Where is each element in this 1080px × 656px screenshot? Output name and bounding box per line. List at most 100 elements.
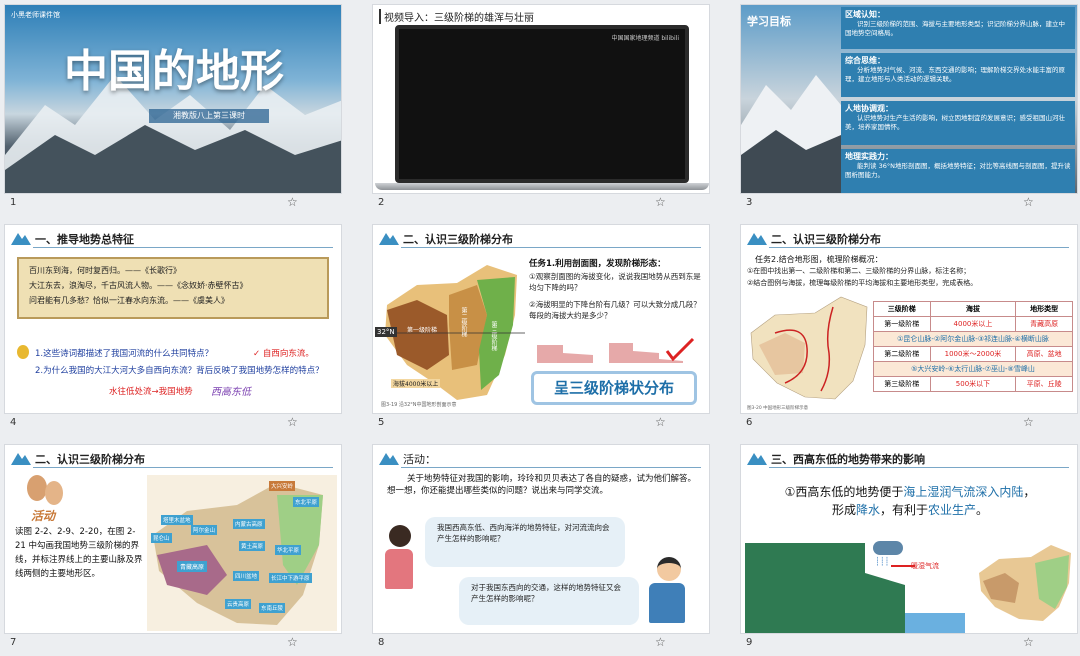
map-label: 第一级阶梯 bbox=[407, 327, 438, 334]
slide-header: 三、西高东低的地势带来的影响 bbox=[741, 445, 1077, 471]
wind-label: 暖湿气流 bbox=[911, 562, 939, 570]
star-icon[interactable]: ☆ bbox=[287, 635, 298, 649]
latitude-label: 32°N bbox=[375, 327, 397, 337]
slide-number: 3 bbox=[746, 197, 753, 208]
slide-1-canvas[interactable]: 小黑老师课件馆 中国的地形 湘教版八上第三课时 bbox=[4, 4, 342, 194]
task-title: 任务2.结合地形图，梳理阶梯概况： bbox=[755, 255, 883, 264]
question-1: 1.这些诗词都描述了我国河流的什么共同特点？ bbox=[35, 349, 214, 359]
mountain-image bbox=[741, 75, 841, 193]
slide-header: 二、认识三级阶梯分布 bbox=[741, 225, 1077, 251]
slide-title: 活动： bbox=[403, 453, 436, 466]
slide-thumb-4[interactable]: 一、推导地势总特征 百川东到海，何时复西归。——《长歌行》 大江东去，浪淘尽，千… bbox=[0, 220, 360, 436]
star-icon[interactable]: ☆ bbox=[287, 195, 298, 209]
map-caption: 图3-20 中国地形三级阶梯示意 bbox=[747, 406, 809, 411]
map-label: 海拔4000米以上 bbox=[391, 379, 441, 388]
slide-9-canvas[interactable]: 三、西高东低的地势带来的影响 ①西高东低的地势便于海上湿润气流深入内陆， 形成降… bbox=[740, 444, 1078, 634]
poem-scroll: 百川东到海，何时复西归。——《长歌行》 大江东去，浪淘尽，千古风流人物。——《念… bbox=[17, 257, 329, 319]
slide-thumb-8[interactable]: 活动： 关于地势特征对我国的影响，玲玲和贝贝表达了各自的疑惑，试为他们解答。想一… bbox=[368, 440, 728, 656]
answer-2-highlight: 西高东低 bbox=[211, 387, 251, 398]
slide-5-canvas[interactable]: 二、认识三级阶梯分布 32°N 第一级阶梯 第二级阶梯 第三级阶梯 海拔4000… bbox=[372, 224, 710, 414]
slide-number: 5 bbox=[378, 417, 385, 428]
goal-box: 区域认知： 识别三级阶梯的范围、海拔与主要地形类型；识记阶梯分界山脉，建立中国地… bbox=[841, 7, 1075, 49]
map-label: 第二级阶梯 bbox=[460, 307, 467, 337]
slide-title: 二、认识三级阶梯分布 bbox=[35, 453, 145, 466]
slide-title: 一、推导地势总特征 bbox=[35, 233, 134, 246]
slide-title: 二、认识三级阶梯分布 bbox=[771, 233, 881, 246]
answer-2: 水往低处流→我国地势 bbox=[109, 387, 193, 397]
map-caption: 图3-19 沿32°N中国地形剖面示意 bbox=[381, 402, 457, 408]
slide-number: 4 bbox=[10, 417, 17, 428]
slide-thumb-6[interactable]: 二、认识三级阶梯分布 任务2.结合地形图，梳理阶梯概况： ①在图中找出第一、二级… bbox=[736, 220, 1080, 436]
activity-label: 活动 bbox=[31, 509, 56, 523]
task-point-1: ①观察剖面图的海拔变化，说说我国地势从西到东是均匀下降的吗？ bbox=[529, 272, 701, 292]
cloud-icon bbox=[873, 541, 903, 555]
laptop-screen: 中国国家地理频道 bilibili bbox=[395, 25, 689, 183]
speech-bubble-1: 我国西高东低、西向海洋的地势特征，对河流流向会产生怎样的影响呢？ bbox=[425, 517, 625, 567]
slide-4-canvas[interactable]: 一、推导地势总特征 百川东到海，何时复西归。——《长歌行》 大江东去，浪淘尽，千… bbox=[4, 224, 342, 414]
balloon-icon bbox=[45, 481, 63, 505]
star-icon[interactable]: ☆ bbox=[1023, 635, 1034, 649]
conclusion-banner: 呈三级阶梯状分布 bbox=[531, 371, 697, 405]
slide-header: 一、推导地势总特征 bbox=[5, 225, 341, 251]
star-icon[interactable]: ☆ bbox=[1023, 415, 1034, 429]
activity-text: 读图 2-2、2-9、2-20，在图 2-21 中勾画我国地势三级阶梯的界线，并… bbox=[15, 527, 143, 579]
girl-illustration bbox=[385, 525, 415, 615]
mountain-icon bbox=[747, 233, 767, 245]
goal-box: 综合思维： 分析地势对气候、河流、东西交通的影响；理解阶梯交界处水能丰富的原理，… bbox=[841, 53, 1075, 97]
slide-6-canvas[interactable]: 二、认识三级阶梯分布 任务2.结合地形图，梳理阶梯概况： ①在图中找出第一、二级… bbox=[740, 224, 1078, 414]
china-map bbox=[979, 545, 1071, 621]
slide-7-canvas[interactable]: 二、认识三级阶梯分布 活动 读图 2-2、2-9、2-20，在图 2-21 中勾… bbox=[4, 444, 342, 634]
star-icon[interactable]: ☆ bbox=[655, 415, 666, 429]
mountain-icon bbox=[11, 233, 31, 245]
map-label: 第三级阶梯 bbox=[490, 321, 497, 351]
slide-header: 活动： bbox=[373, 445, 709, 471]
mountain-icon bbox=[747, 453, 767, 465]
task-point-2: ②海拔明显的下降台阶有几级？可以大致分成几段？每段的海拔大约是多少？ bbox=[529, 300, 701, 320]
slide-number: 1 bbox=[10, 197, 17, 208]
star-icon[interactable]: ☆ bbox=[655, 195, 666, 209]
slide-thumb-9[interactable]: 三、西高东低的地势带来的影响 ①西高东低的地势便于海上湿润气流深入内陆， 形成降… bbox=[736, 440, 1080, 656]
slide-title: 三、西高东低的地势带来的影响 bbox=[771, 453, 925, 466]
steps-table: 三级阶梯 海拔 地形类型 第一级阶梯 4000米以上 青藏高原 ①昆仑山脉-②阿… bbox=[873, 301, 1073, 392]
slide-3-canvas[interactable]: 学习目标 区域认知： 识别三级阶梯的范围、海拔与主要地形类型；识记阶梯分界山脉，… bbox=[740, 4, 1078, 194]
star-icon[interactable]: ☆ bbox=[1023, 195, 1034, 209]
question-2: 2.为什么我国的大江大河大多自西向东流？背后反映了我国地势怎样的特点？ bbox=[35, 366, 324, 376]
bulb-icon bbox=[17, 345, 29, 359]
boy-illustration bbox=[649, 557, 689, 631]
slide-thumb-5[interactable]: 二、认识三级阶梯分布 32°N 第一级阶梯 第二级阶梯 第三级阶梯 海拔4000… bbox=[368, 220, 728, 436]
task-title: 任务1.利用剖面图，发现阶梯形态： bbox=[529, 259, 666, 269]
brand-label: 小黑老师课件馆 bbox=[11, 11, 60, 19]
video-brand: 中国国家地理频道 bilibili bbox=[611, 35, 679, 42]
slide-subtitle: 湘教版八上第三课时 bbox=[149, 109, 269, 123]
line-2: 形成降水，有利于农业生产。 bbox=[831, 503, 989, 517]
mountain-icon bbox=[11, 453, 31, 465]
goal-box: 人地协调观： 认识地势对生产生活的影响，树立因地制宜的发展意识；感受祖国山河壮美… bbox=[841, 101, 1075, 145]
slide-thumb-7[interactable]: 二、认识三级阶梯分布 活动 读图 2-2、2-9、2-20，在图 2-21 中勾… bbox=[0, 440, 360, 656]
star-icon[interactable]: ☆ bbox=[655, 635, 666, 649]
slide-title: 二、认识三级阶梯分布 bbox=[403, 233, 513, 246]
mountain-icon bbox=[379, 233, 399, 245]
terrain-profile bbox=[745, 543, 965, 633]
slide-thumb-1[interactable]: 小黑老师课件馆 中国的地形 湘教版八上第三课时 1 ☆ bbox=[0, 0, 360, 216]
goals-label: 学习目标 bbox=[747, 15, 791, 28]
terrain-map: 塔里木盆地 昆仑山 阿尔金山 内蒙古高原 东北平原 华北平原 青藏高原 黄土高原… bbox=[147, 475, 337, 631]
mountain-image bbox=[5, 75, 341, 193]
line-1: ①西高东低的地势便于海上湿润气流深入内陆， bbox=[784, 485, 1036, 499]
speech-bubble-2: 对于我国东西向的交通，这样的地势特征又会产生怎样的影响呢？ bbox=[459, 577, 639, 625]
slide-number: 6 bbox=[746, 417, 753, 428]
star-icon[interactable]: ☆ bbox=[287, 415, 298, 429]
balloon-icon bbox=[27, 475, 47, 501]
slide-number: 9 bbox=[746, 637, 753, 648]
arrow-icon bbox=[891, 565, 915, 567]
profile-diagram bbox=[537, 337, 695, 363]
slide-8-canvas[interactable]: 活动： 关于地势特征对我国的影响，玲玲和贝贝表达了各自的疑惑，试为他们解答。想一… bbox=[372, 444, 710, 634]
slide-2-canvas[interactable]: 视频导入：三级阶梯的雄浑与壮丽 中国国家地理频道 bilibili bbox=[372, 4, 710, 194]
china-map bbox=[750, 296, 868, 400]
slide-thumb-3[interactable]: 学习目标 区域认知： 识别三级阶梯的范围、海拔与主要地形类型；识记阶梯分界山脉，… bbox=[736, 0, 1080, 216]
slide-thumb-2[interactable]: 视频导入：三级阶梯的雄浑与壮丽 中国国家地理频道 bilibili 2 ☆ bbox=[368, 0, 728, 216]
slide-title: 中国的地形 bbox=[64, 46, 284, 97]
answer-1: ✓ 自西向东流。 bbox=[253, 349, 314, 359]
slide-header: 二、认识三级阶梯分布 bbox=[5, 445, 341, 471]
mountain-icon bbox=[379, 453, 399, 465]
slide-sorter-grid: 小黑老师课件馆 中国的地形 湘教版八上第三课时 1 ☆ 视频导入：三级阶梯的雄浑… bbox=[0, 0, 1080, 649]
